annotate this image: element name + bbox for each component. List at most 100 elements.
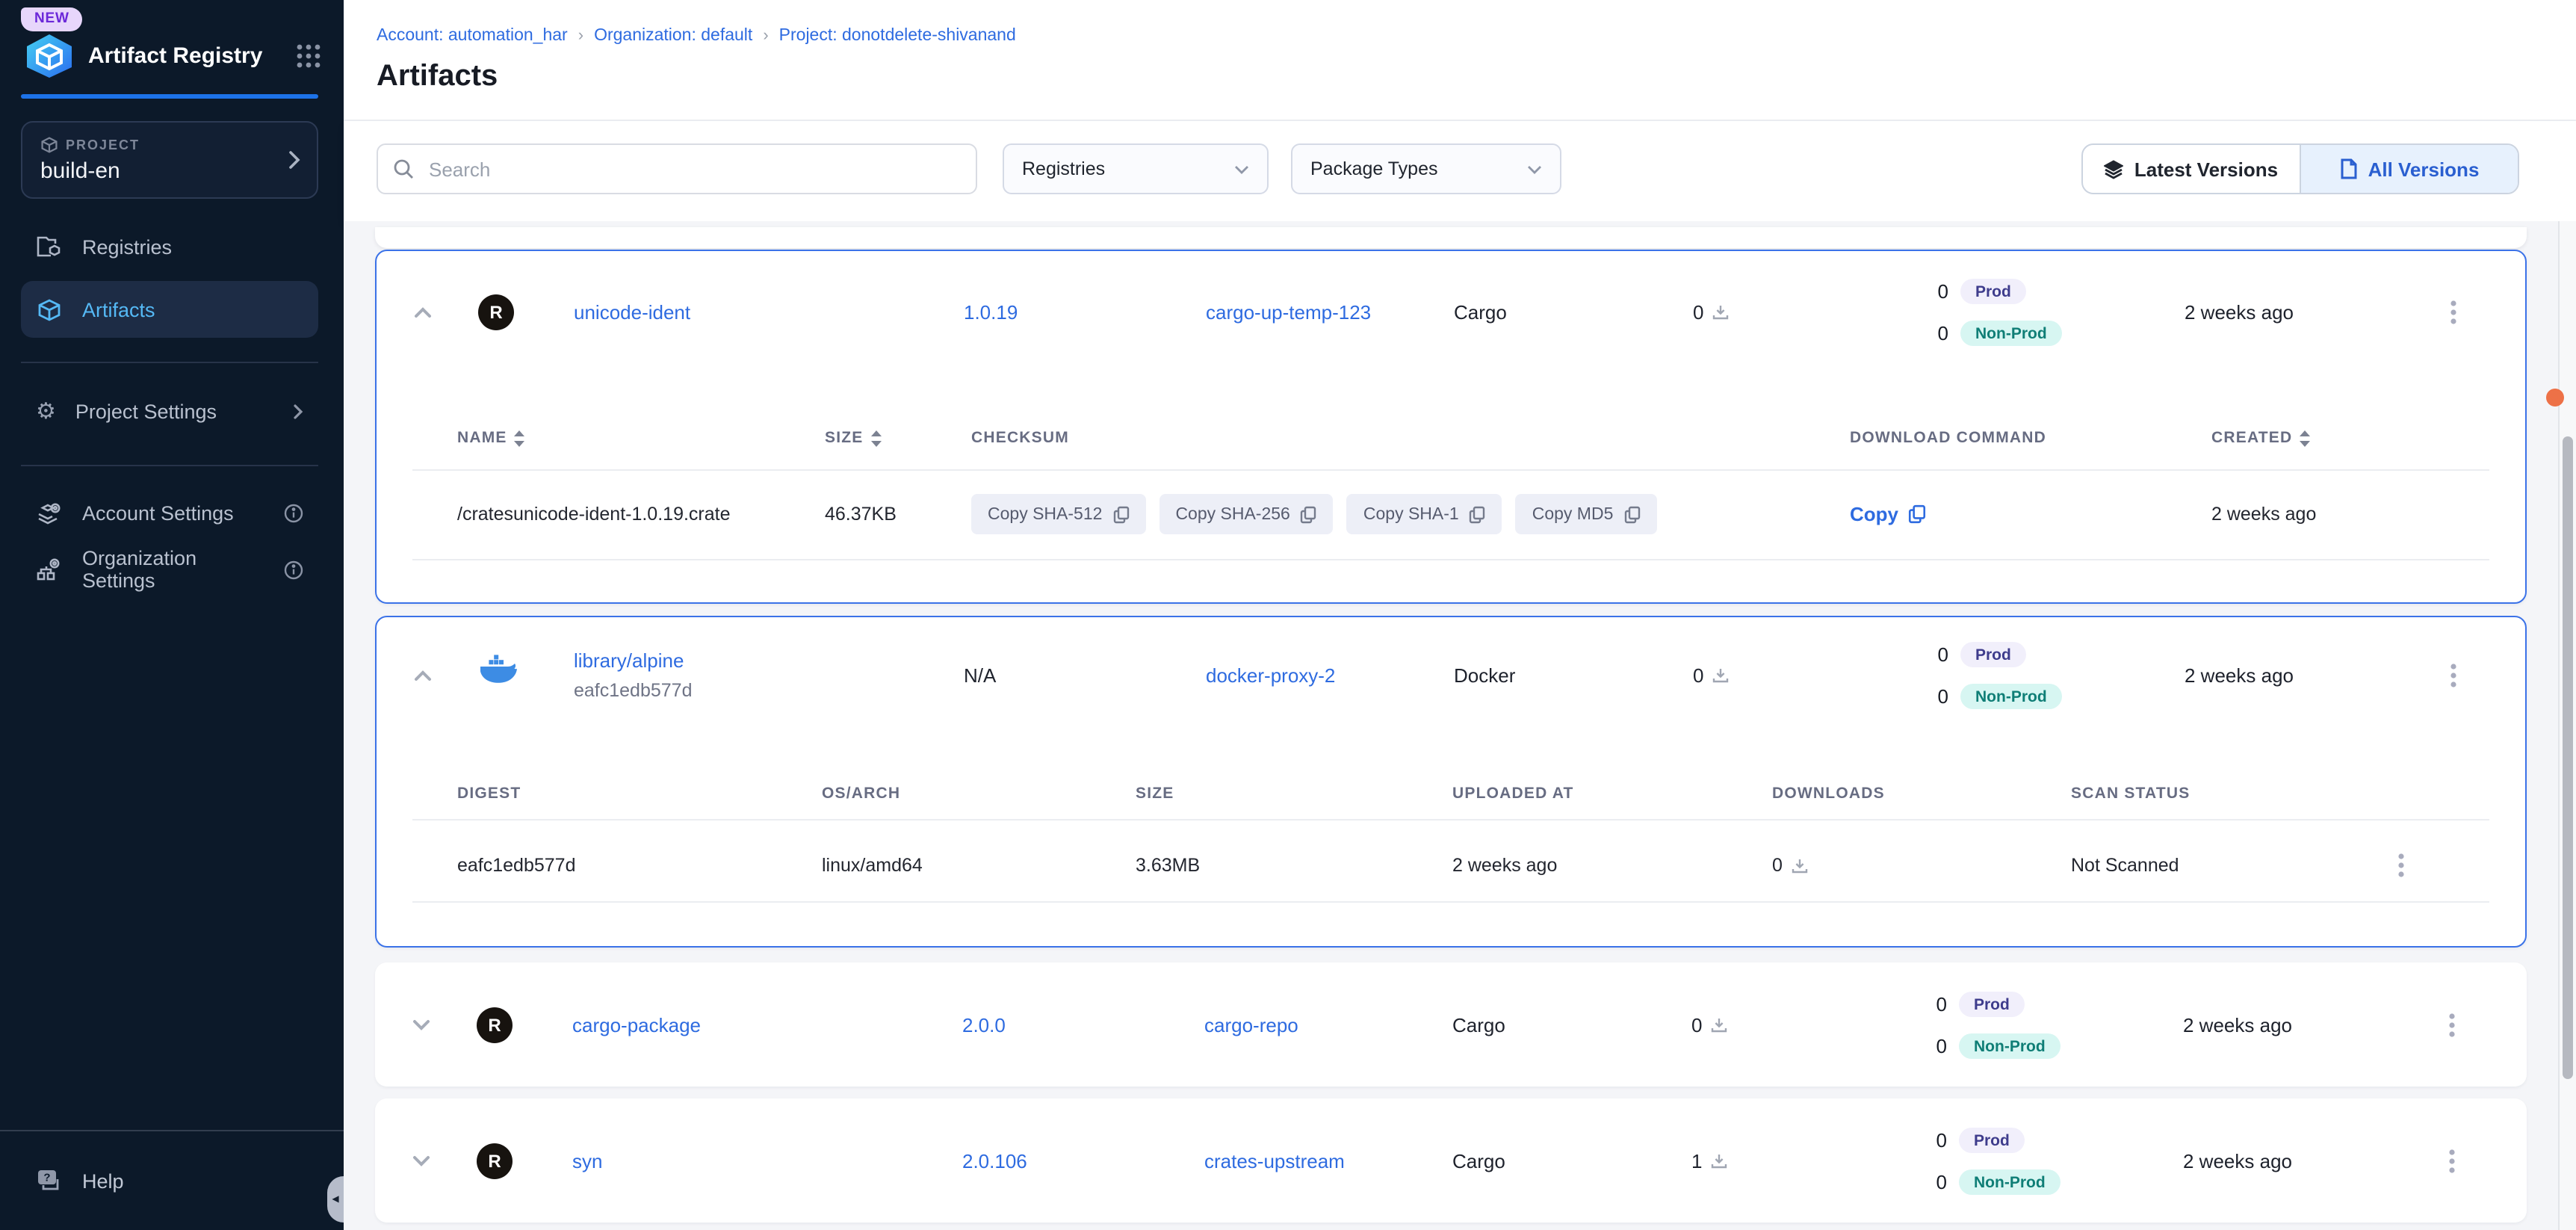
breadcrumb-account-link[interactable]: Account: automation_har xyxy=(377,27,568,45)
artifact-registry-link[interactable]: cargo-up-temp-123 xyxy=(1206,301,1371,324)
cargo-rust-icon: R xyxy=(477,1143,513,1179)
row-menu-kebab-icon[interactable] xyxy=(2433,655,2474,696)
project-label-row: PROJECT xyxy=(40,136,140,154)
column-header-size[interactable]: SIZE xyxy=(825,429,882,447)
prod-badge: Prod xyxy=(1959,1128,2025,1153)
artifact-name-link[interactable]: unicode-ident xyxy=(574,301,690,324)
sidebar-item-label: Organization Settings xyxy=(82,547,264,592)
sidebar-item-project-settings[interactable]: ⚙ Project Settings xyxy=(21,383,318,439)
nonprod-count: 0 xyxy=(1919,685,1948,708)
prod-deployments: 0 Prod xyxy=(1919,642,2026,667)
row-menu-kebab-icon[interactable] xyxy=(2380,844,2422,886)
sidebar-item-label: Artifacts xyxy=(82,298,303,321)
package-types-filter-label: Package Types xyxy=(1310,158,1438,179)
artifact-registry-link[interactable]: crates-upstream xyxy=(1204,1150,1345,1172)
breadcrumb-organization-link[interactable]: Organization: default xyxy=(594,27,752,45)
module-active-underline xyxy=(21,94,318,98)
sidebar-item-registries[interactable]: Registries xyxy=(21,218,318,275)
info-icon[interactable] xyxy=(284,503,303,522)
nonprod-deployments: 0 Non-Prod xyxy=(1919,684,2062,709)
app-window: NEW Artifact Registry xyxy=(0,0,2576,1230)
artifact-card-unicode-ident: R unicode-ident 1.0.19 cargo-up-temp-123… xyxy=(375,250,2527,604)
help-button[interactable]: ? Help xyxy=(21,1151,290,1211)
nonprod-deployments: 0 Non-Prod xyxy=(1917,1169,2061,1195)
scrollbar-thumb[interactable] xyxy=(2562,436,2573,1079)
row-menu-kebab-icon[interactable] xyxy=(2431,1140,2473,1182)
page-title: Artifacts xyxy=(377,60,498,94)
digest-link[interactable]: eafc1edb577d xyxy=(457,855,576,876)
copy-sha1-button[interactable]: Copy SHA-1 xyxy=(1347,494,1502,534)
download-icon xyxy=(1711,1153,1727,1169)
collapse-row-button[interactable] xyxy=(409,299,436,326)
info-icon[interactable] xyxy=(284,560,303,579)
project-cube-icon xyxy=(40,136,58,154)
toolbar: Registries Package Types xyxy=(344,121,2576,221)
sidebar-divider xyxy=(21,362,318,363)
image-downloads: 0 xyxy=(1772,855,1808,876)
artifact-registry-link[interactable]: cargo-repo xyxy=(1204,1014,1298,1036)
artifact-card-library-alpine: library/alpine eafc1edb577d N/A docker-p… xyxy=(375,616,2527,948)
collapse-row-button[interactable] xyxy=(409,662,436,689)
column-header-created[interactable]: CREATED xyxy=(2211,429,2310,447)
sidebar-item-organization-settings[interactable]: Organization Settings xyxy=(21,541,318,598)
prod-deployments: 0 Prod xyxy=(1919,279,2026,304)
search-input[interactable] xyxy=(426,156,961,182)
project-chevron-right-icon xyxy=(288,150,300,170)
file-size: 46.37KB xyxy=(825,504,897,525)
column-header-download-command: DOWNLOAD COMMAND xyxy=(1850,429,2046,447)
copy-sha256-button[interactable]: Copy SHA-256 xyxy=(1159,494,1333,534)
package-types-filter-dropdown[interactable]: Package Types xyxy=(1291,143,1561,194)
column-header-label: SIZE xyxy=(825,429,864,447)
expand-row-button[interactable] xyxy=(408,1148,435,1175)
downloads-count: 0 xyxy=(1693,664,1729,687)
sidebar: NEW Artifact Registry xyxy=(0,0,344,1230)
package-type: Cargo xyxy=(1452,1014,1505,1036)
checksum-buttons: Copy SHA-512 Copy SHA-256 Copy SHA-1 Cop… xyxy=(971,494,1656,534)
column-header-uploaded-at: UPLOADED AT xyxy=(1452,785,1574,803)
page-header: Account: automation_har › Organization: … xyxy=(344,0,2576,121)
prod-badge: Prod xyxy=(1960,642,2026,667)
latest-versions-tab[interactable]: Latest Versions xyxy=(2083,145,2300,193)
sidebar-item-artifacts[interactable]: Artifacts xyxy=(21,281,318,338)
table-divider xyxy=(412,819,2489,820)
artifact-name-link[interactable]: library/alpine xyxy=(574,649,684,672)
downloads-value: 0 xyxy=(1772,855,1783,876)
sidebar-item-account-settings[interactable]: Account Settings xyxy=(21,484,318,541)
breadcrumb-separator-icon: › xyxy=(752,27,778,45)
sidebar-collapse-toggle[interactable]: ◀ xyxy=(327,1176,344,1223)
chevron-down-icon xyxy=(1527,164,1542,174)
feedback-widget-handle[interactable] xyxy=(2546,389,2564,407)
downloads-count: 0 xyxy=(1691,1014,1727,1036)
prod-badge: Prod xyxy=(1960,279,2026,304)
artifact-version-link[interactable]: 2.0.0 xyxy=(962,1014,1006,1036)
all-versions-tab[interactable]: All Versions xyxy=(2300,145,2518,193)
project-selector[interactable]: PROJECT build-en xyxy=(21,121,318,199)
sort-icon xyxy=(2300,430,2310,446)
copy-md5-button[interactable]: Copy MD5 xyxy=(1516,494,1657,534)
app-grid-icon[interactable] xyxy=(293,40,323,70)
created-time: 2 weeks ago xyxy=(2183,1150,2292,1172)
copy-download-command-button[interactable]: Copy xyxy=(1850,503,1925,525)
expand-row-button[interactable] xyxy=(408,1012,435,1039)
column-header-label: CREATED xyxy=(2211,429,2292,447)
artifact-version-link[interactable]: 1.0.19 xyxy=(964,301,1018,324)
row-menu-kebab-icon[interactable] xyxy=(2431,1004,2473,1046)
artifact-registry-link[interactable]: docker-proxy-2 xyxy=(1206,664,1335,687)
cargo-rust-icon: R xyxy=(478,294,514,330)
package-type: Docker xyxy=(1454,664,1515,687)
registries-filter-dropdown[interactable]: Registries xyxy=(1003,143,1269,194)
artifact-digest: eafc1edb577d xyxy=(574,680,693,701)
column-header-name[interactable]: NAME xyxy=(457,429,525,447)
artifact-card-syn: R syn 2.0.106 crates-upstream Cargo 1 0 … xyxy=(375,1098,2527,1223)
download-icon xyxy=(1792,857,1808,874)
artifact-name-link[interactable]: cargo-package xyxy=(572,1014,701,1036)
artifact-version-link[interactable]: 2.0.106 xyxy=(962,1150,1027,1172)
artifact-name-link[interactable]: syn xyxy=(572,1150,602,1172)
copy-sha512-button[interactable]: Copy SHA-512 xyxy=(971,494,1145,534)
artifact-version: N/A xyxy=(964,664,996,687)
row-menu-kebab-icon[interactable] xyxy=(2433,291,2474,333)
sidebar-item-label: Registries xyxy=(82,235,303,258)
chevron-right-icon xyxy=(293,403,303,419)
breadcrumb-project-link[interactable]: Project: donotdelete-shivanand xyxy=(779,27,1016,45)
prod-deployments: 0 Prod xyxy=(1917,992,2025,1017)
